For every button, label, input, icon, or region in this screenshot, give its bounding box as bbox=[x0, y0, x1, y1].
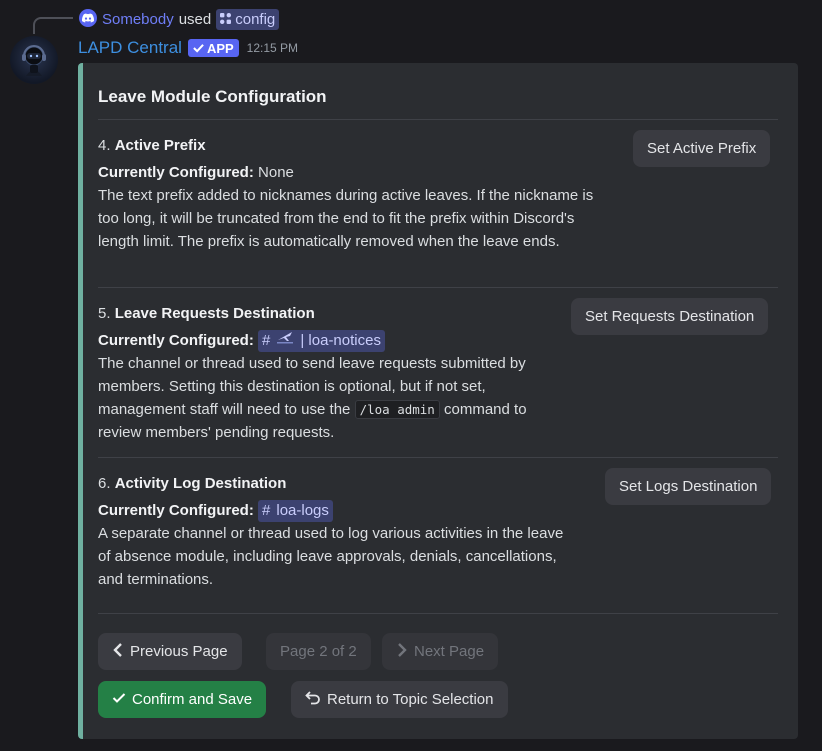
chevron-left-icon bbox=[112, 642, 124, 662]
checkmark-icon bbox=[112, 691, 126, 708]
reply-context[interactable]: Somebody used config bbox=[0, 0, 822, 36]
reply-username[interactable]: Somebody bbox=[102, 11, 174, 28]
message-header: LAPD Central APP 12:15 PM bbox=[78, 36, 298, 60]
channel-name: loa-logs bbox=[276, 502, 329, 519]
hash-icon: # bbox=[262, 502, 271, 519]
field-heading: 6. Activity Log Destination bbox=[98, 472, 568, 495]
bot-name[interactable]: LAPD Central bbox=[78, 38, 182, 58]
channel-mention-loa-logs[interactable]: # loa-logs bbox=[258, 499, 333, 522]
field-active-prefix: 4. Active Prefix Currently Configured: N… bbox=[98, 134, 598, 253]
configured-label: Currently Configured: bbox=[98, 332, 254, 349]
previous-page-label: Previous Page bbox=[130, 643, 228, 660]
return-arrow-icon bbox=[305, 690, 321, 709]
command-name: config bbox=[235, 10, 276, 28]
slash-command-icon bbox=[220, 11, 232, 28]
configured-row: Currently Configured: None bbox=[98, 161, 598, 184]
confirm-label: Confirm and Save bbox=[132, 691, 253, 708]
field-requests-destination: 5. Leave Requests Destination Currently … bbox=[98, 302, 558, 444]
return-label: Return to Topic Selection bbox=[327, 691, 494, 708]
set-requests-destination-button[interactable]: Set Requests Destination bbox=[571, 298, 769, 335]
app-badge-label: APP bbox=[206, 40, 234, 56]
set-logs-destination-button[interactable]: Set Logs Destination bbox=[605, 468, 772, 505]
field-description: A separate channel or thread used to log… bbox=[98, 525, 564, 588]
field-description: The channel or thread used to send leave… bbox=[98, 352, 558, 444]
embed-title: Leave Module Configuration bbox=[98, 87, 327, 106]
field-title: Active Prefix bbox=[114, 137, 206, 154]
channel-mention-loa-notices[interactable]: # | loa-notices bbox=[258, 329, 385, 352]
field-number: 6. bbox=[98, 475, 111, 492]
next-page-button[interactable]: Next Page bbox=[382, 633, 499, 670]
next-page-label: Next Page bbox=[414, 643, 485, 660]
previous-page-button[interactable]: Previous Page bbox=[98, 633, 242, 670]
reply-used-text: used bbox=[178, 10, 212, 28]
field-heading: 4. Active Prefix bbox=[98, 134, 598, 157]
chevron-right-icon bbox=[396, 642, 408, 662]
field-title: Activity Log Destination bbox=[114, 475, 287, 492]
divider bbox=[98, 457, 778, 458]
divider bbox=[98, 119, 778, 120]
airplane-icon bbox=[276, 329, 294, 352]
configured-row: Currently Configured: # loa-logs bbox=[98, 499, 568, 522]
configured-row: Currently Configured: # | loa-notices bbox=[98, 329, 558, 352]
embed: Leave Module Configuration 4. Active Pre… bbox=[78, 63, 798, 739]
divider bbox=[98, 287, 778, 288]
configured-value: None bbox=[258, 164, 294, 181]
configured-label: Currently Configured: bbox=[98, 164, 254, 181]
field-number: 5. bbox=[98, 305, 111, 322]
hash-icon: # bbox=[262, 332, 271, 349]
field-activity-log: 6. Activity Log Destination Currently Co… bbox=[98, 472, 568, 591]
checkmark-icon bbox=[193, 41, 204, 56]
field-title: Leave Requests Destination bbox=[114, 305, 315, 322]
inline-code: /loa admin bbox=[354, 400, 440, 419]
page-indicator: Page 2 of 2 bbox=[266, 633, 371, 670]
reply-connector bbox=[33, 17, 73, 34]
confirm-and-save-button[interactable]: Confirm and Save bbox=[98, 681, 267, 718]
app-badge: APP bbox=[187, 39, 239, 57]
field-number: 4. bbox=[98, 137, 111, 154]
return-to-topic-selection-button[interactable]: Return to Topic Selection bbox=[291, 681, 508, 718]
timestamp[interactable]: 12:15 PM bbox=[247, 41, 298, 55]
command-mention[interactable]: config bbox=[216, 8, 280, 30]
bot-avatar[interactable] bbox=[10, 36, 58, 84]
field-heading: 5. Leave Requests Destination bbox=[98, 302, 558, 325]
divider bbox=[98, 613, 778, 614]
configured-label: Currently Configured: bbox=[98, 502, 254, 519]
discord-icon bbox=[79, 9, 97, 27]
field-description: The text prefix added to nicknames durin… bbox=[98, 187, 594, 250]
channel-name: | loa-notices bbox=[300, 332, 381, 349]
set-active-prefix-button[interactable]: Set Active Prefix bbox=[633, 130, 771, 167]
